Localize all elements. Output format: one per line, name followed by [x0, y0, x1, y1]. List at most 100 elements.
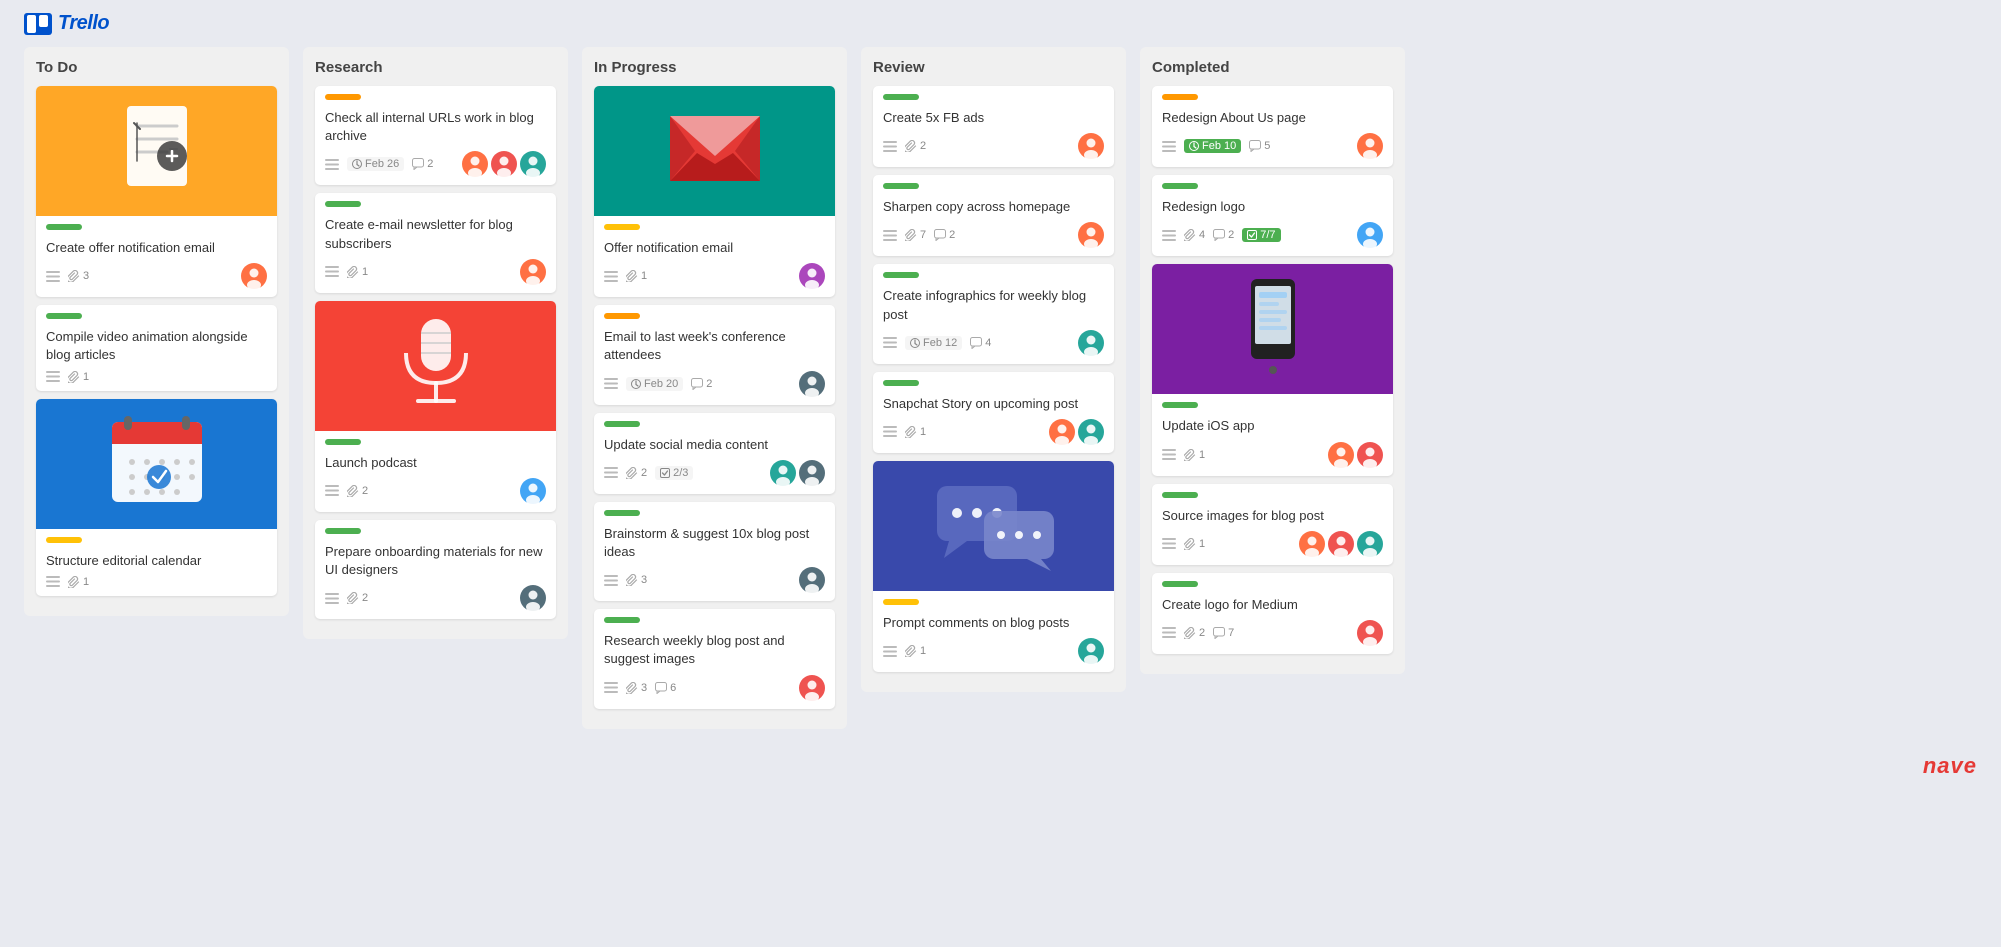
card[interactable]: Create e-mail newsletter for blog subscr…: [315, 193, 556, 292]
attachment-count: 2: [1184, 627, 1205, 639]
attachment-count: 1: [1184, 538, 1205, 550]
card-title: Prompt comments on blog posts: [883, 614, 1104, 632]
card-meta: 1: [883, 419, 1104, 445]
card-body: Prompt comments on blog posts 1: [873, 591, 1114, 672]
card-body: Redesign logo 4 2 7/7: [1152, 175, 1393, 256]
card-label: [604, 421, 640, 427]
card-body: Sharpen copy across homepage 7 2: [873, 175, 1114, 256]
card-title: Create e-mail newsletter for blog subscr…: [325, 216, 546, 252]
card-label: [1162, 94, 1198, 100]
card-body: Launch podcast 2: [315, 431, 556, 512]
card-body: Snapchat Story on upcoming post 1: [873, 372, 1114, 453]
lines-icon: [883, 230, 897, 241]
card[interactable]: Create infographics for weekly blog post…: [873, 264, 1114, 363]
card-avatars: [241, 263, 267, 289]
card-avatars: [1078, 330, 1104, 356]
attachment-count: 2: [626, 467, 647, 479]
checklist-badge: 2/3: [655, 466, 693, 480]
card-avatars: [799, 263, 825, 289]
card[interactable]: Offer notification email 1: [594, 86, 835, 297]
card[interactable]: Update social media content 2 2/3: [594, 413, 835, 494]
column-todo: To Do Create offer notification email: [24, 47, 289, 616]
card-title: Create logo for Medium: [1162, 596, 1383, 614]
card-label: [604, 617, 640, 623]
lines-icon: [46, 271, 60, 282]
card-avatars: [1328, 442, 1383, 468]
card-meta: 1: [604, 263, 825, 289]
date-badge: Feb 26: [347, 157, 404, 171]
attachment-count: 2: [347, 485, 368, 497]
card-body: Research weekly blog post and suggest im…: [594, 609, 835, 708]
lines-icon: [604, 378, 618, 389]
card-title: Update social media content: [604, 436, 825, 454]
column-header-todo: To Do: [36, 59, 277, 76]
comment-count: 7: [1213, 627, 1234, 639]
card-label: [325, 528, 361, 534]
board: To Do Create offer notification email: [0, 47, 2001, 753]
card[interactable]: Compile video animation alongside blog a…: [36, 305, 277, 390]
card-title: Create 5x FB ads: [883, 109, 1104, 127]
card-avatars: [1078, 222, 1104, 248]
card-meta: 1: [1162, 531, 1383, 557]
card-body: Update iOS app 1: [1152, 394, 1393, 475]
lines-icon: [46, 576, 60, 587]
card-meta: Feb 26 2: [325, 151, 546, 177]
card[interactable]: Research weekly blog post and suggest im…: [594, 609, 835, 708]
card-meta: 2: [325, 478, 546, 504]
comment-count: 4: [970, 337, 991, 349]
card[interactable]: Create offer notification email 3: [36, 86, 277, 297]
column-header-review: Review: [873, 59, 1114, 76]
lines-icon: [883, 337, 897, 348]
lines-icon: [1162, 627, 1176, 638]
card-body: Brainstorm & suggest 10x blog post ideas…: [594, 502, 835, 601]
trello-logo-text: Trello: [58, 12, 109, 35]
card[interactable]: Structure editorial calendar 1: [36, 399, 277, 596]
card-meta: 2 2/3: [604, 460, 825, 486]
attachment-count: 7: [905, 229, 926, 241]
card-avatars: [799, 567, 825, 593]
lines-icon: [1162, 230, 1176, 241]
card[interactable]: Source images for blog post 1: [1152, 484, 1393, 565]
card-avatars: [1049, 419, 1104, 445]
card[interactable]: Update iOS app 1: [1152, 264, 1393, 475]
card[interactable]: Redesign About Us page Feb 10 5: [1152, 86, 1393, 167]
lines-icon: [883, 141, 897, 152]
comment-count: 6: [655, 682, 676, 694]
lines-icon: [325, 266, 339, 277]
card-label: [1162, 183, 1198, 189]
column-research: Research Check all internal URLs work in…: [303, 47, 568, 639]
card[interactable]: Check all internal URLs work in blog arc…: [315, 86, 556, 185]
comment-count: 2: [691, 378, 712, 390]
card-label: [325, 94, 361, 100]
card[interactable]: Create logo for Medium 2 7: [1152, 573, 1393, 654]
card-body: Structure editorial calendar 1: [36, 529, 277, 596]
card-avatars: [799, 371, 825, 397]
card[interactable]: Launch podcast 2: [315, 301, 556, 512]
card-meta: Feb 10 5: [1162, 133, 1383, 159]
card[interactable]: Prepare onboarding materials for new UI …: [315, 520, 556, 619]
card-meta: 1: [883, 638, 1104, 664]
card[interactable]: Redesign logo 4 2 7/7: [1152, 175, 1393, 256]
comment-count: 2: [934, 229, 955, 241]
card-label: [46, 313, 82, 319]
card-label: [883, 599, 919, 605]
lines-icon: [1162, 449, 1176, 460]
card[interactable]: Prompt comments on blog posts 1: [873, 461, 1114, 672]
card[interactable]: Sharpen copy across homepage 7 2: [873, 175, 1114, 256]
lines-icon: [604, 682, 618, 693]
card[interactable]: Create 5x FB ads 2: [873, 86, 1114, 167]
card[interactable]: Email to last week's conference attendee…: [594, 305, 835, 404]
card-body: Update social media content 2 2/3: [594, 413, 835, 494]
card[interactable]: Brainstorm & suggest 10x blog post ideas…: [594, 502, 835, 601]
card[interactable]: Snapchat Story on upcoming post 1: [873, 372, 1114, 453]
comment-count: 2: [1213, 229, 1234, 241]
card-avatars: [770, 460, 825, 486]
card-title: Compile video animation alongside blog a…: [46, 328, 267, 364]
card-avatars: [1357, 620, 1383, 646]
attachment-count: 2: [905, 140, 926, 152]
card-meta: 1: [46, 371, 267, 383]
card-meta: Feb 20 2: [604, 371, 825, 397]
card-title: Source images for blog post: [1162, 507, 1383, 525]
card-label: [325, 439, 361, 445]
card-meta: 3 6: [604, 675, 825, 701]
